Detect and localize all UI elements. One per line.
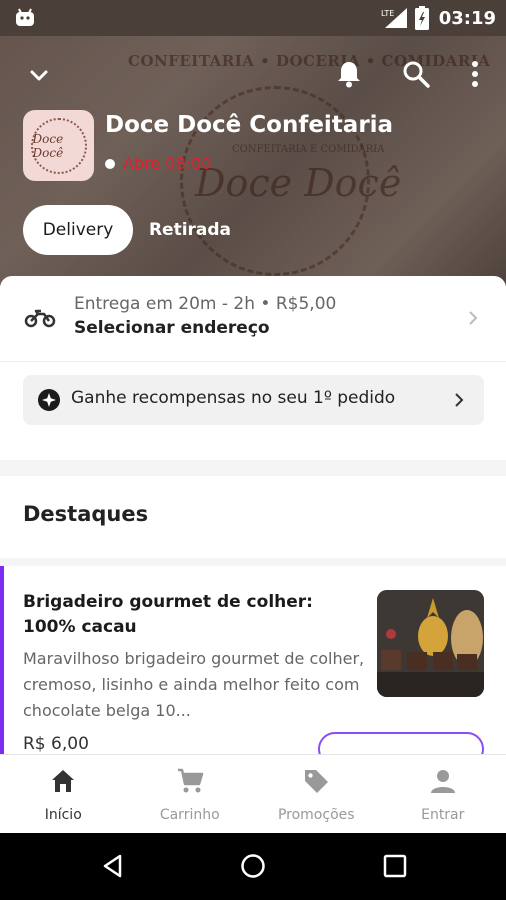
store-hero: CONFEITARIA • DOCERIA • COMIDARIA CONFEI… <box>0 36 506 286</box>
product-price: R$ 6,00 <box>23 734 89 754</box>
delivery-address-row[interactable]: Entrega em 20m - 2h • R$5,00 Selecionar … <box>0 276 506 362</box>
watermark-brand: Doce Docê <box>195 161 402 205</box>
chevron-down-icon[interactable] <box>28 64 50 86</box>
watermark-subtitle: CONFEITARIA E COMIDARIA <box>232 144 385 155</box>
home-icon <box>52 770 75 792</box>
back-icon[interactable] <box>100 853 126 879</box>
highlight-accent-bar <box>0 566 4 754</box>
chevron-right-icon <box>469 311 478 325</box>
watermark-tagline: CONFEITARIA • DOCERIA • COMIDARIA <box>128 52 491 70</box>
home-circle-icon[interactable] <box>240 853 266 879</box>
android-debug-icon <box>16 8 34 26</box>
person-icon <box>430 770 455 793</box>
status-dot <box>105 158 115 169</box>
nav-label: Carrinho <box>159 807 220 823</box>
delivery-eta: Entrega em 20m - 2h • R$5,00 <box>74 294 337 314</box>
tab-retirada[interactable]: Retirada <box>140 205 240 255</box>
tab-delivery[interactable]: Delivery <box>23 205 133 255</box>
bottom-navigation: Início Carrinho Promoções Entrar <box>0 754 506 833</box>
svg-text:LTE: LTE <box>381 9 394 18</box>
status-bar: LTE 03:19 <box>0 0 506 36</box>
search-icon[interactable] <box>402 60 430 88</box>
system-navigation-bar <box>0 833 506 900</box>
chevron-right-icon <box>455 393 464 407</box>
more-vert-icon[interactable] <box>468 60 482 88</box>
section-title: Destaques <box>23 502 149 526</box>
nav-label: Entrar <box>421 807 465 823</box>
logo-ring: Doce Docê <box>30 117 87 174</box>
rewards-label: Ganhe recompensas no seu 1º pedido <box>71 388 396 408</box>
cart-icon <box>177 768 203 793</box>
store-name: Doce Docê Confeitaria <box>105 112 394 138</box>
product-card[interactable]: Brigadeiro gourmet de colher: 100% cacau… <box>0 566 506 754</box>
logo-text: Doce Docê <box>32 131 64 160</box>
product-tag <box>318 732 484 754</box>
motorcycle-icon <box>24 309 56 328</box>
rewards-banner[interactable]: Ganhe recompensas no seu 1º pedido <box>23 375 484 425</box>
product-description: Maravilhoso brigadeiro gourmet de colher… <box>23 649 365 720</box>
nav-inicio[interactable]: Início <box>0 755 127 834</box>
nav-label: Início <box>44 807 82 823</box>
battery-icon <box>414 6 429 30</box>
recents-icon[interactable] <box>382 853 408 879</box>
nav-carrinho[interactable]: Carrinho <box>127 755 254 834</box>
select-address-label: Selecionar endereço <box>74 318 270 338</box>
section-divider <box>0 558 506 566</box>
lte-signal-icon: LTE <box>381 8 407 28</box>
tag-icon <box>305 770 329 793</box>
product-image <box>377 590 484 697</box>
nav-label: Promoções <box>277 807 355 823</box>
bell-icon[interactable] <box>336 60 362 88</box>
opening-time: Abre 08:00 <box>123 154 212 173</box>
nav-promocoes[interactable]: Promoções <box>253 755 380 834</box>
store-status: Abre 08:00 <box>105 154 211 173</box>
rewards-star-icon <box>38 389 60 411</box>
section-spacer <box>0 460 506 476</box>
store-content: Entrega em 20m - 2h • R$5,00 Selecionar … <box>0 276 506 754</box>
clock: 03:19 <box>438 7 496 29</box>
store-logo: Doce Docê <box>23 110 94 181</box>
product-title: Brigadeiro gourmet de colher: 100% cacau <box>23 592 313 637</box>
nav-entrar[interactable]: Entrar <box>380 755 506 834</box>
